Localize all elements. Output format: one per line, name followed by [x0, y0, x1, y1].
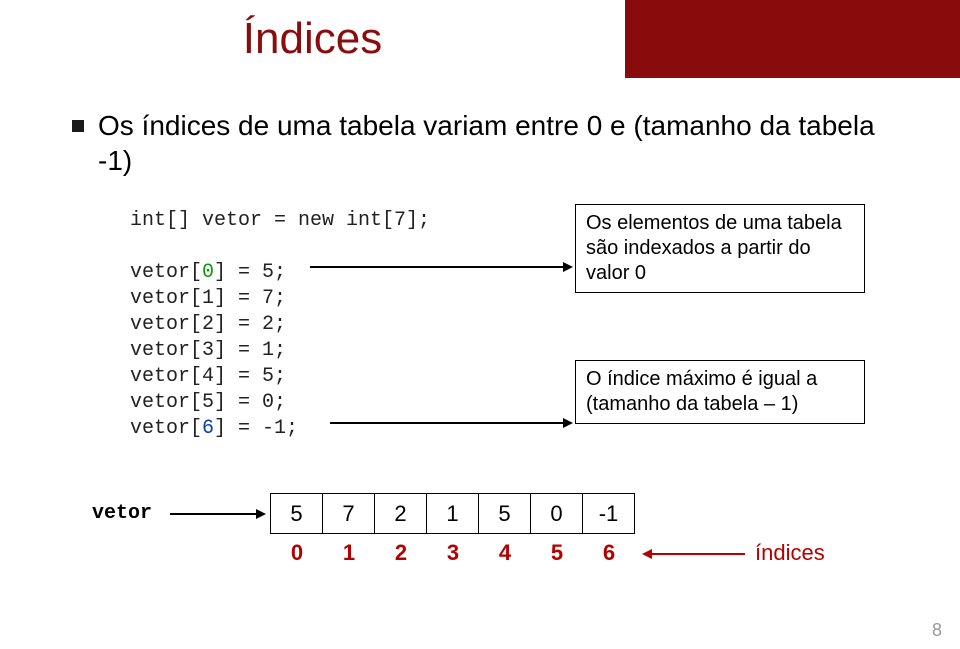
bullet-icon	[72, 120, 84, 132]
arrow-line-red	[650, 553, 745, 555]
slide-title: Índices	[243, 14, 382, 64]
slide-body: Os índices de uma tabela variam entre 0 …	[0, 78, 960, 649]
arrow-line	[330, 422, 565, 424]
callout-index-start: Os elementos de uma tabela são indexados…	[575, 204, 865, 293]
index-cell: 4	[479, 540, 531, 566]
code-l0a: vetor[	[130, 261, 202, 284]
index-cell: 1	[323, 540, 375, 566]
arrow-line	[310, 266, 565, 268]
arrow-line	[170, 513, 258, 515]
code-decl: int[] vetor = new int[7];	[130, 209, 430, 232]
index-cell: 2	[375, 540, 427, 566]
index-cell: 5	[531, 540, 583, 566]
index-cell: 0	[271, 540, 323, 566]
arrow-head-icon	[563, 418, 573, 428]
code-l4: vetor[4] = 5;	[130, 365, 286, 388]
index-cell: 3	[427, 540, 479, 566]
index-row: 0 1 2 3 4 5 6	[271, 540, 635, 566]
code-idx-0: 0	[202, 261, 214, 284]
array-cell: 2	[375, 494, 427, 534]
array-cell: 0	[531, 494, 583, 534]
array-cell: 1	[427, 494, 479, 534]
code-block: int[] vetor = new int[7]; vetor[0] = 5; …	[130, 208, 430, 442]
array-table: 5 7 2 1 5 0 -1	[270, 493, 635, 534]
code-l1: vetor[1] = 7;	[130, 287, 286, 310]
index-cell: 6	[583, 540, 635, 566]
code-l6b: ] = -1;	[214, 417, 298, 440]
bullet-item: Os índices de uma tabela variam entre 0 …	[72, 108, 878, 178]
array-cell: 5	[479, 494, 531, 534]
bullet-text: Os índices de uma tabela variam entre 0 …	[98, 108, 878, 178]
arrow-head-icon	[563, 262, 573, 272]
code-l0b: ] = 5;	[214, 261, 286, 284]
array-cell: -1	[583, 494, 635, 534]
code-l3: vetor[3] = 1;	[130, 339, 286, 362]
title-bar: Índices	[0, 0, 625, 78]
indices-label: índices	[755, 540, 825, 566]
code-idx-6: 6	[202, 417, 214, 440]
page-number: 8	[932, 620, 942, 641]
callout-index-max: O índice máximo é igual a (tamanho da ta…	[575, 360, 865, 424]
code-l2: vetor[2] = 2;	[130, 313, 286, 336]
vetor-label: vetor	[92, 502, 152, 525]
array-cell: 5	[271, 494, 323, 534]
array-cell: 7	[323, 494, 375, 534]
arrow-head-left-icon	[642, 549, 652, 559]
code-l6a: vetor[	[130, 417, 202, 440]
code-l5: vetor[5] = 0;	[130, 391, 286, 414]
arrow-head-icon	[256, 509, 266, 519]
